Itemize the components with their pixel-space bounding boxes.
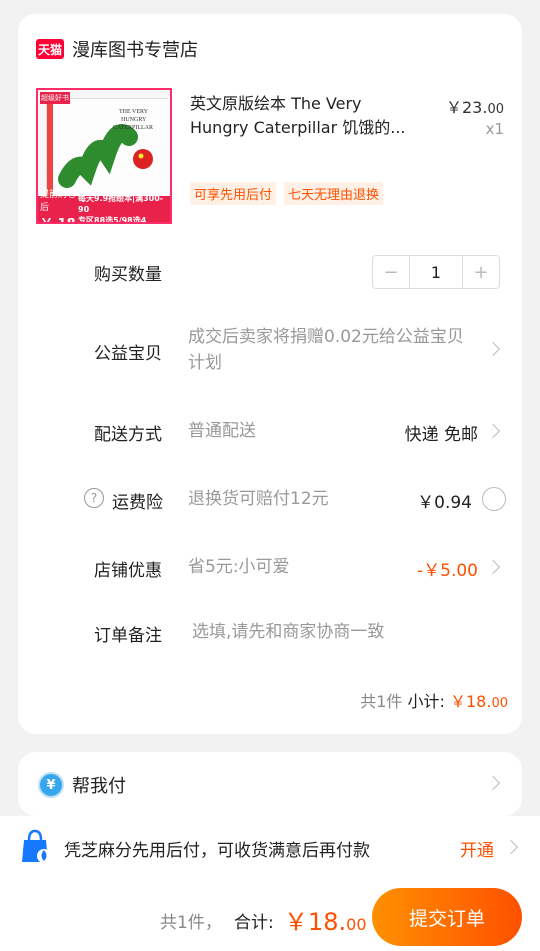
increase-button[interactable]: + [463,256,499,288]
chevron-right-icon [503,839,519,855]
thumb-badge: 超级好书 [40,92,70,104]
promo-price: ￥ 18 [40,216,76,224]
chevron-right-icon [485,423,501,439]
credit-banner[interactable]: 凭芝麻分先用后付，可收货满意后再付款 开通 [0,816,540,878]
promo-line-3: 专区88选5/98选4 [78,215,147,224]
discount-description: 省5元:小可爱 [188,557,290,577]
service-tags: 可享先用后付 七天无理由退换 [190,182,384,205]
quantity-label: 购买数量 [94,265,162,285]
quantity-stepper: − 1 + [372,255,500,289]
svg-text:HUNGRY: HUNGRY [121,117,147,123]
store-header[interactable]: 天猫 漫库图书专营店 [36,36,198,62]
quantity-value[interactable]: 1 [409,256,463,288]
thumb-promo-banner: 提前购卷后 ￥ 18 每天9.9抢绘本|满300-90 专区88选5/98选4 [38,190,170,224]
pay-for-me-label: 帮我付 [72,776,126,797]
decrease-button[interactable]: − [373,256,409,288]
product-thumbnail[interactable]: THE VERY HUNGRY CATERPILLAR 超级好书 提前购卷后 ￥… [36,88,172,224]
footer-total-main: ￥18. [284,908,347,936]
tag-7day-return: 七天无理由退换 [284,182,384,205]
chevron-right-icon [485,775,501,791]
subtotal-price-main: ￥18. [450,692,492,711]
submit-order-button[interactable]: 提交订单 [372,888,522,946]
charity-label: 公益宝贝 [94,344,162,364]
insurance-radio[interactable] [482,487,506,511]
delivery-value: 快递 免邮 [404,425,478,445]
yuan-coin-icon: ¥ [38,772,64,798]
footer-total-decimal: 00 [346,915,367,934]
chevron-right-icon [485,341,501,357]
footer-count: 共1件， [160,913,222,933]
insurance-label: 运费险 [112,493,163,513]
svg-text:CATERPILLAR: CATERPILLAR [113,125,153,131]
product-price-decimal: 00 [487,102,504,117]
promo-label: 提前购卷后 [40,189,77,213]
delivery-label: 配送方式 [94,425,162,445]
credit-text: 凭芝麻分先用后付，可收货满意后再付款 [64,841,370,861]
product-quantity: x1 [485,120,504,138]
tmall-logo-icon: 天猫 [36,39,64,59]
footer-total-label: 合计: [234,913,274,933]
product-price: ￥23.00 [446,94,504,118]
footer-total: ￥18.00 [284,902,367,937]
insurance-description: 退换货可赔付12元 [188,489,329,509]
discount-value: -￥5.00 [417,561,478,581]
credit-open-link[interactable]: 开通 [460,836,494,861]
subtotal-price-decimal: 00 [491,696,508,711]
pay-for-me-row[interactable]: ¥ 帮我付 [18,752,522,816]
subtotal: 共1件 小计: ￥18.00 [360,688,508,712]
checkout-footer: 共1件， 合计: ￥18.00 提交订单 [0,878,540,951]
chevron-right-icon [485,559,501,575]
discount-label: 店铺优惠 [94,561,162,581]
insurance-price: ￥0.94 [417,493,472,513]
shopping-bag-icon [22,829,51,863]
promo-line-2: 每天9.9抢绘本|满300-90 [78,193,164,214]
subtotal-label: 小计: [407,692,445,711]
store-name[interactable]: 漫库图书专营店 [72,36,198,62]
note-input[interactable]: 选填,请先和商家协商一致 [192,619,384,645]
svg-text:THE VERY: THE VERY [119,109,149,115]
note-label: 订单备注 [94,626,162,646]
tag-pay-later: 可享先用后付 [190,182,277,205]
subtotal-count: 共1件 [360,692,403,711]
charity-description: 成交后卖家将捐赠0.02元给公益宝贝计划 [188,327,464,373]
product-title[interactable]: 英文原版绘本 The Very Hungry Caterpillar 饥饿的..… [190,92,418,140]
delivery-method: 普通配送 [188,421,256,441]
help-icon[interactable]: ? [84,488,104,508]
order-card: 天猫 漫库图书专营店 THE VERY HUNGRY CATERPILLAR 超… [18,14,522,734]
product-price-main: ￥23. [446,98,488,117]
